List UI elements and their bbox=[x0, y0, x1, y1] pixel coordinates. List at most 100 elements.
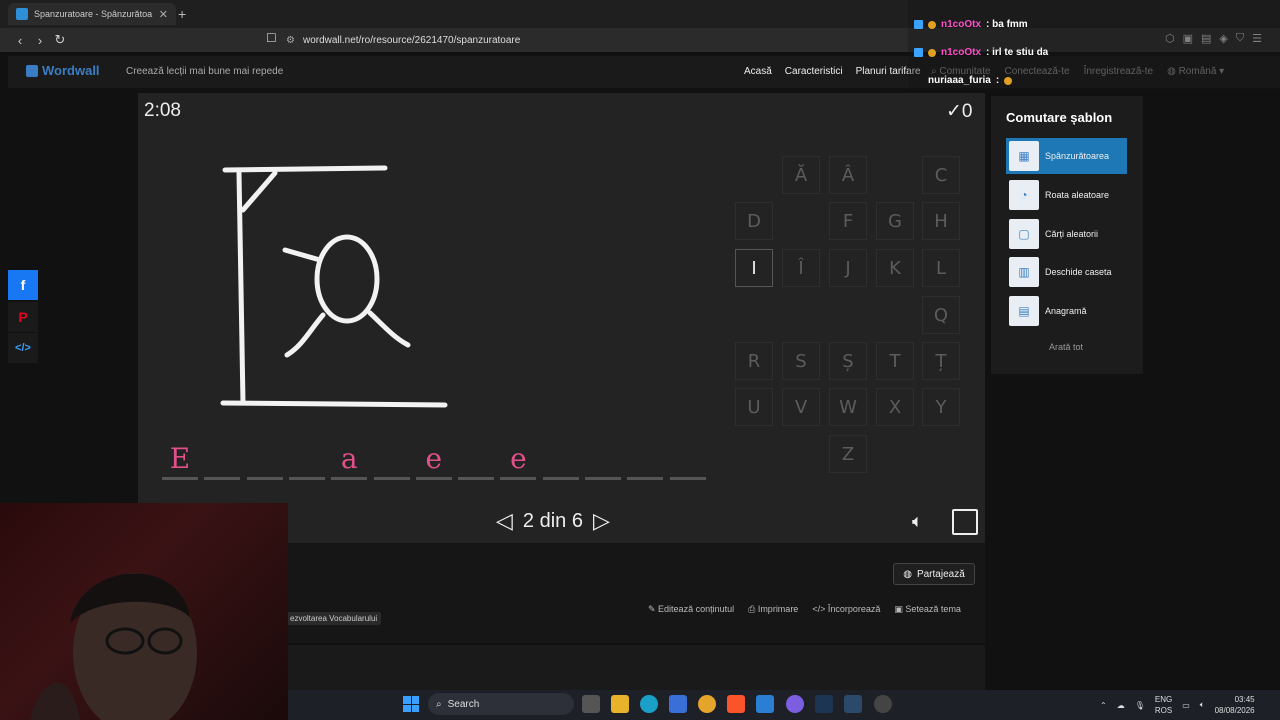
letter-key[interactable]: W bbox=[829, 388, 867, 426]
template-option[interactable]: ▢ Cărți aleatorii bbox=[1006, 216, 1127, 252]
edge-icon[interactable] bbox=[640, 695, 658, 713]
embed-share-icon[interactable]: </> bbox=[8, 333, 38, 363]
taskbar-search[interactable]: ⌕ Search bbox=[428, 693, 574, 715]
share-button[interactable]: ◍ Partajează bbox=[893, 563, 975, 585]
word-slot bbox=[288, 442, 325, 480]
letter-key[interactable]: C bbox=[922, 156, 960, 194]
nav-features[interactable]: Caracteristici bbox=[785, 66, 843, 77]
search-icon: ⌕ bbox=[436, 698, 442, 710]
sound-icon[interactable]: 🔈︎ bbox=[912, 511, 923, 532]
brave-icon[interactable] bbox=[727, 695, 745, 713]
emote-icon bbox=[1004, 76, 1013, 85]
new-tab-icon[interactable]: + bbox=[178, 6, 186, 22]
nav-home[interactable]: Acasă bbox=[744, 66, 772, 77]
check-icon: ✓ bbox=[946, 101, 962, 122]
letter-key[interactable]: S bbox=[782, 342, 820, 380]
streamer-silhouette bbox=[30, 573, 197, 720]
chat-message: n1coOtx : irl te stiu da bbox=[914, 47, 1048, 58]
set-theme-link[interactable]: ▣ Setează tema bbox=[894, 604, 961, 615]
chrome-icon[interactable] bbox=[698, 695, 716, 713]
template-option[interactable]: ▥ Deschide caseta bbox=[1006, 254, 1127, 290]
task-view-icon[interactable] bbox=[582, 695, 600, 713]
letter-key[interactable]: Q bbox=[922, 296, 960, 334]
letter-key[interactable]: Â bbox=[829, 156, 867, 194]
embed-label: Încorporează bbox=[827, 604, 881, 614]
tray-chevron-icon[interactable]: ⌃ bbox=[1100, 701, 1107, 710]
discord-icon[interactable] bbox=[786, 695, 804, 713]
letter-key[interactable]: T bbox=[876, 342, 914, 380]
reload-icon[interactable]: ↻ bbox=[50, 32, 70, 48]
url-field[interactable]: ⚙ wordwall.net/ro/resource/2621470/spanz… bbox=[286, 30, 906, 50]
chat-text: : bbox=[995, 75, 1000, 86]
letter-key[interactable]: L bbox=[922, 249, 960, 287]
letter-key[interactable]: Y bbox=[922, 388, 960, 426]
steam-secondary-icon[interactable] bbox=[844, 695, 862, 713]
globe-icon: ◍ bbox=[903, 568, 912, 580]
previous-icon[interactable]: ◁ bbox=[496, 508, 513, 534]
next-icon[interactable]: ▷ bbox=[593, 508, 610, 534]
user-badge-icon bbox=[928, 48, 936, 57]
word-slot: e bbox=[415, 442, 452, 480]
template-option[interactable]: ▦ Spânzurătoarea bbox=[1006, 138, 1127, 174]
obs-icon[interactable] bbox=[874, 695, 892, 713]
letter-key[interactable]: Î bbox=[782, 249, 820, 287]
system-tray: ⌃ ☁ 🎙︎ ENG ROS ▭ 🔈︎ 03:45 08/08/2026 bbox=[1100, 694, 1255, 716]
file-explorer-icon[interactable] bbox=[611, 695, 629, 713]
language-indicator[interactable]: ENG ROS bbox=[1155, 694, 1172, 716]
letter-key[interactable]: Ă bbox=[782, 156, 820, 194]
bookmark-icon[interactable]: ☐ bbox=[266, 31, 277, 45]
template-thumbnail-icon: ▦ bbox=[1009, 141, 1039, 171]
volume-icon[interactable]: 🔈︎ bbox=[1200, 700, 1205, 710]
back-icon[interactable]: ‹ bbox=[10, 33, 30, 48]
gallows-top-beam bbox=[222, 165, 388, 173]
store-icon[interactable] bbox=[669, 695, 687, 713]
score-value: 0 bbox=[961, 101, 973, 122]
edit-content-link[interactable]: ✎ Editează conținutul bbox=[648, 604, 734, 615]
letter-key[interactable]: G bbox=[876, 202, 914, 240]
browser-tab[interactable]: Spanzuratoare - Spânzurătoa ✕ bbox=[8, 3, 176, 25]
letter-key[interactable]: Z bbox=[829, 435, 867, 473]
show-all-link[interactable]: Arată tot bbox=[1049, 342, 1083, 352]
clock[interactable]: 03:45 08/08/2026 bbox=[1215, 694, 1255, 716]
forward-icon[interactable]: › bbox=[30, 33, 50, 48]
letter-key[interactable]: K bbox=[876, 249, 914, 287]
word-slot bbox=[585, 442, 621, 480]
close-tab-icon[interactable]: ✕ bbox=[159, 8, 168, 21]
site-info-icon[interactable]: ⚙ bbox=[286, 35, 295, 46]
letter-key[interactable]: F bbox=[829, 202, 867, 240]
tray-app-icon[interactable]: ☁ bbox=[1117, 701, 1125, 710]
hangman-left-arm bbox=[284, 312, 326, 358]
main-nav: Acasă Caracteristici Planuri tarifare bbox=[744, 66, 921, 77]
print-link[interactable]: ⎙ Imprimare bbox=[748, 604, 798, 615]
fullscreen-icon[interactable] bbox=[952, 509, 978, 535]
letter-key[interactable]: X bbox=[876, 388, 914, 426]
letter-key[interactable]: R bbox=[735, 342, 773, 380]
template-option[interactable]: ◔ Roata aleatoare bbox=[1006, 177, 1127, 213]
letter-key[interactable]: I bbox=[735, 249, 773, 287]
letter-key[interactable]: U bbox=[735, 388, 773, 426]
wordwall-logo[interactable]: Wordwall bbox=[26, 63, 100, 78]
mic-icon[interactable]: 🎙︎ bbox=[1135, 701, 1145, 710]
vscode-icon[interactable] bbox=[756, 695, 774, 713]
user-badge-icon bbox=[928, 20, 936, 29]
facebook-share-icon[interactable]: f bbox=[8, 270, 38, 300]
pinterest-share-icon[interactable]: P bbox=[8, 302, 38, 332]
template-label: Anagramă bbox=[1045, 306, 1087, 317]
game-score: ✓0 bbox=[946, 100, 973, 123]
page-indicator: 2 din 6 bbox=[522, 509, 583, 532]
start-icon[interactable] bbox=[403, 696, 419, 712]
word-slot bbox=[542, 442, 579, 480]
network-icon[interactable]: ▭ bbox=[1182, 701, 1190, 710]
letter-key[interactable]: H bbox=[922, 202, 960, 240]
letter-key[interactable]: J bbox=[829, 249, 867, 287]
topic-tag[interactable]: ezvoltarea Vocabularului bbox=[286, 612, 382, 625]
letter-key[interactable]: V bbox=[782, 388, 820, 426]
letter-key[interactable]: Ț bbox=[922, 342, 960, 380]
letter-key[interactable]: D bbox=[735, 202, 773, 240]
chat-message: n1coOtx : ba fmm bbox=[914, 19, 1028, 30]
wordwall-logo-icon bbox=[26, 64, 38, 77]
embed-link[interactable]: </> Încorporează bbox=[812, 604, 880, 615]
letter-key[interactable]: Ș bbox=[829, 342, 867, 380]
template-option[interactable]: ▤ Anagramă bbox=[1006, 293, 1127, 329]
steam-icon[interactable] bbox=[815, 695, 833, 713]
